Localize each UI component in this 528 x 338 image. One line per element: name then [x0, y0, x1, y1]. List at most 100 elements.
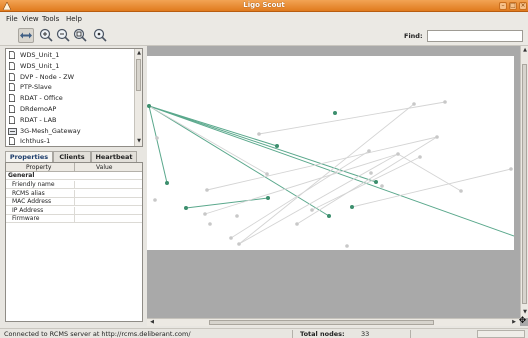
map-vertical-scrollbar[interactable]: ▲ ▼: [520, 46, 528, 318]
property-row[interactable]: IP Address: [6, 206, 142, 215]
network-node[interactable]: [367, 149, 371, 153]
network-node[interactable]: [459, 189, 463, 193]
zoom-fit-button[interactable]: [72, 28, 88, 43]
node-list-item[interactable]: WDS_Unit_1: [6, 61, 134, 72]
network-node[interactable]: [266, 196, 270, 200]
property-row[interactable]: Friendly name: [6, 181, 142, 189]
network-node[interactable]: [380, 184, 384, 188]
topology-graph[interactable]: [147, 46, 515, 316]
menu-file[interactable]: File: [6, 15, 18, 23]
connection-status: Connected to RCMS server at http://rcms.…: [4, 330, 191, 338]
node-list-item[interactable]: Ichthus-1: [6, 136, 134, 146]
network-node[interactable]: [412, 102, 416, 106]
value-column-header[interactable]: Value: [96, 164, 112, 171]
network-node[interactable]: [184, 206, 188, 210]
network-node[interactable]: [235, 214, 239, 218]
network-map[interactable]: [147, 46, 515, 316]
properties-table: Property Value General Friendly name RCMS…: [5, 162, 143, 322]
network-node[interactable]: [418, 155, 422, 159]
network-node[interactable]: [295, 222, 299, 226]
tab-clients[interactable]: Clients: [53, 151, 91, 162]
node-list-item-label: DVP - Node - ZW: [20, 72, 75, 81]
tab-properties[interactable]: Properties: [5, 151, 53, 162]
network-node[interactable]: [327, 214, 331, 218]
document-icon: [9, 115, 15, 124]
document-icon: [9, 83, 15, 92]
network-node[interactable]: [155, 136, 159, 140]
document-icon: [9, 94, 15, 103]
tab-heartbeat[interactable]: Heartbeat: [91, 151, 137, 162]
map-scroll-down-icon[interactable]: ▼: [522, 309, 528, 315]
node-list-item[interactable]: PTP-Slave: [6, 82, 134, 93]
title-bar: Ligo Scout – □ ×: [0, 0, 528, 12]
node-list[interactable]: WDS_Unit_1 WDS_Unit_1 DVP - Node - ZW PTP-S…: [5, 48, 143, 147]
network-node[interactable]: [229, 236, 233, 240]
zoom-reset-button[interactable]: [92, 28, 108, 43]
network-node[interactable]: [443, 100, 447, 104]
status-bar: Connected to RCMS server at http://rcms.…: [0, 328, 528, 338]
zoom-in-icon: [39, 28, 53, 42]
network-node[interactable]: [369, 171, 373, 175]
document-icon: [9, 61, 15, 70]
node-list-item[interactable]: RDAT - Office: [6, 93, 134, 104]
node-list-item[interactable]: DRdemoAP: [6, 104, 134, 115]
node-list-item-label: WDS_Unit_1: [20, 51, 60, 59]
property-row[interactable]: MAC Address: [6, 198, 142, 206]
scroll-thumb[interactable]: [136, 59, 141, 91]
find-label: Find:: [404, 32, 423, 40]
network-node[interactable]: [374, 180, 378, 184]
property-group-label: General: [8, 172, 35, 179]
map-canvas-area: [147, 56, 514, 250]
move-cursor-icon[interactable]: ✥: [517, 317, 528, 326]
network-node[interactable]: [265, 172, 269, 176]
network-node[interactable]: [345, 244, 349, 248]
map-scroll-up-icon[interactable]: ▲: [522, 47, 528, 53]
network-node[interactable]: [396, 152, 400, 156]
network-node[interactable]: [350, 205, 354, 209]
zoom-in-button[interactable]: [38, 28, 54, 43]
network-node[interactable]: [237, 242, 241, 246]
node-list-item[interactable]: 3G-Mesh_Gateway: [6, 126, 134, 137]
scroll-down-icon[interactable]: ▼: [136, 138, 142, 144]
node-list-item[interactable]: RDAT - LAB: [6, 115, 134, 126]
find-input[interactable]: [427, 30, 523, 42]
node-list-item-label: WDS_Unit_1: [20, 61, 60, 70]
close-icon[interactable]: ×: [519, 2, 527, 10]
map-scroll-left-icon[interactable]: ◀: [149, 319, 155, 325]
map-horizontal-scrollbar[interactable]: ◀ ▶: [147, 318, 520, 326]
network-node[interactable]: [153, 198, 157, 202]
property-group-row: General: [6, 172, 142, 180]
menu-help[interactable]: Help: [66, 15, 82, 23]
scroll-up-icon[interactable]: ▲: [136, 50, 142, 56]
properties-header: Property Value: [6, 163, 142, 172]
detail-tabs: Properties Clients Heartbeat: [5, 151, 143, 162]
maximize-icon[interactable]: □: [509, 2, 517, 10]
network-node[interactable]: [509, 167, 513, 171]
view-toggle-button[interactable]: [18, 28, 34, 43]
zoom-out-button[interactable]: [55, 28, 71, 43]
network-icon: [8, 127, 17, 135]
menu-tools[interactable]: Tools: [42, 15, 59, 23]
network-node[interactable]: [165, 181, 169, 185]
property-row[interactable]: RCMS alias: [6, 189, 142, 198]
network-node[interactable]: [147, 104, 151, 108]
toolbar: Find:: [0, 25, 528, 46]
node-list-item[interactable]: WDS_Unit_1: [6, 50, 134, 61]
minimize-icon[interactable]: –: [499, 2, 507, 10]
menu-view[interactable]: View: [22, 15, 39, 23]
network-node[interactable]: [257, 132, 261, 136]
node-list-scrollbar[interactable]: ▲ ▼: [134, 49, 142, 146]
network-node[interactable]: [275, 144, 279, 148]
network-node[interactable]: [333, 111, 337, 115]
network-node[interactable]: [203, 212, 207, 216]
menu-bar: File View Tools Help: [0, 12, 528, 25]
network-node[interactable]: [310, 208, 314, 212]
node-list-item[interactable]: DVP - Node - ZW: [6, 72, 134, 83]
network-node[interactable]: [208, 222, 212, 226]
property-row[interactable]: Firmware: [6, 215, 142, 223]
network-node[interactable]: [205, 188, 209, 192]
map-vscroll-thumb[interactable]: [522, 64, 527, 304]
network-node[interactable]: [435, 135, 439, 139]
map-hscroll-thumb[interactable]: [209, 320, 434, 325]
property-column-header[interactable]: Property: [26, 164, 51, 171]
